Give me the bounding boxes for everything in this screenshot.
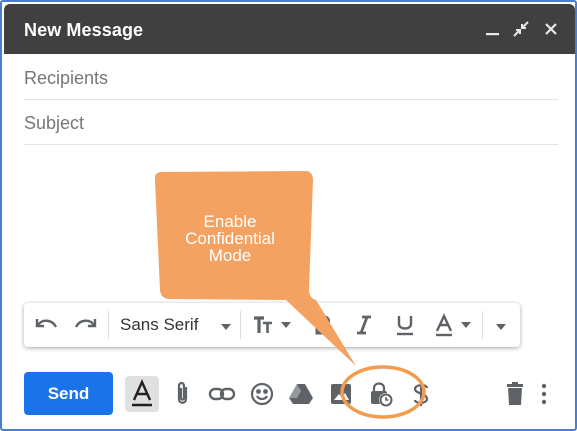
toolbar-divider (240, 311, 241, 339)
more-options-icon[interactable] (534, 379, 554, 409)
send-button[interactable]: Send (24, 372, 113, 415)
redo-icon[interactable] (72, 313, 98, 337)
photo-icon[interactable] (326, 379, 356, 409)
trash-icon[interactable] (500, 379, 530, 409)
formatting-options-icon[interactable] (125, 376, 159, 412)
drive-icon[interactable] (286, 379, 316, 409)
italic-icon[interactable] (354, 313, 374, 337)
signature-icon[interactable] (406, 379, 436, 409)
recipients-placeholder: Recipients (24, 68, 109, 88)
text-size-icon[interactable] (250, 313, 294, 337)
font-dropdown-label[interactable]: Sans Serif (120, 315, 198, 339)
bold-icon[interactable] (314, 313, 334, 337)
subject-field[interactable]: Subject (24, 101, 558, 145)
toolbar-divider (482, 311, 483, 339)
formatting-toolbar: Sans Serif (24, 303, 520, 347)
toolbar-divider (108, 311, 109, 339)
chevron-down-icon[interactable] (220, 319, 232, 343)
text-color-icon[interactable] (434, 313, 474, 337)
more-formatting-icon[interactable] (494, 319, 508, 343)
close-icon[interactable] (540, 18, 562, 40)
emoji-icon[interactable] (247, 379, 277, 409)
window-title: New Message (24, 20, 144, 40)
underline-icon[interactable] (394, 313, 416, 337)
confidential-mode-icon[interactable] (366, 379, 396, 409)
compose-window: New Message Recipients Subject Sans Seri… (0, 0, 577, 431)
minimize-icon[interactable] (482, 18, 504, 40)
recipients-field[interactable]: Recipients (24, 56, 558, 100)
exit-fullscreen-icon[interactable] (510, 18, 532, 40)
title-bar: New Message (4, 4, 575, 54)
undo-icon[interactable] (34, 313, 60, 337)
subject-placeholder: Subject (24, 113, 85, 133)
attach-icon[interactable] (168, 379, 198, 409)
link-icon[interactable] (207, 379, 237, 409)
